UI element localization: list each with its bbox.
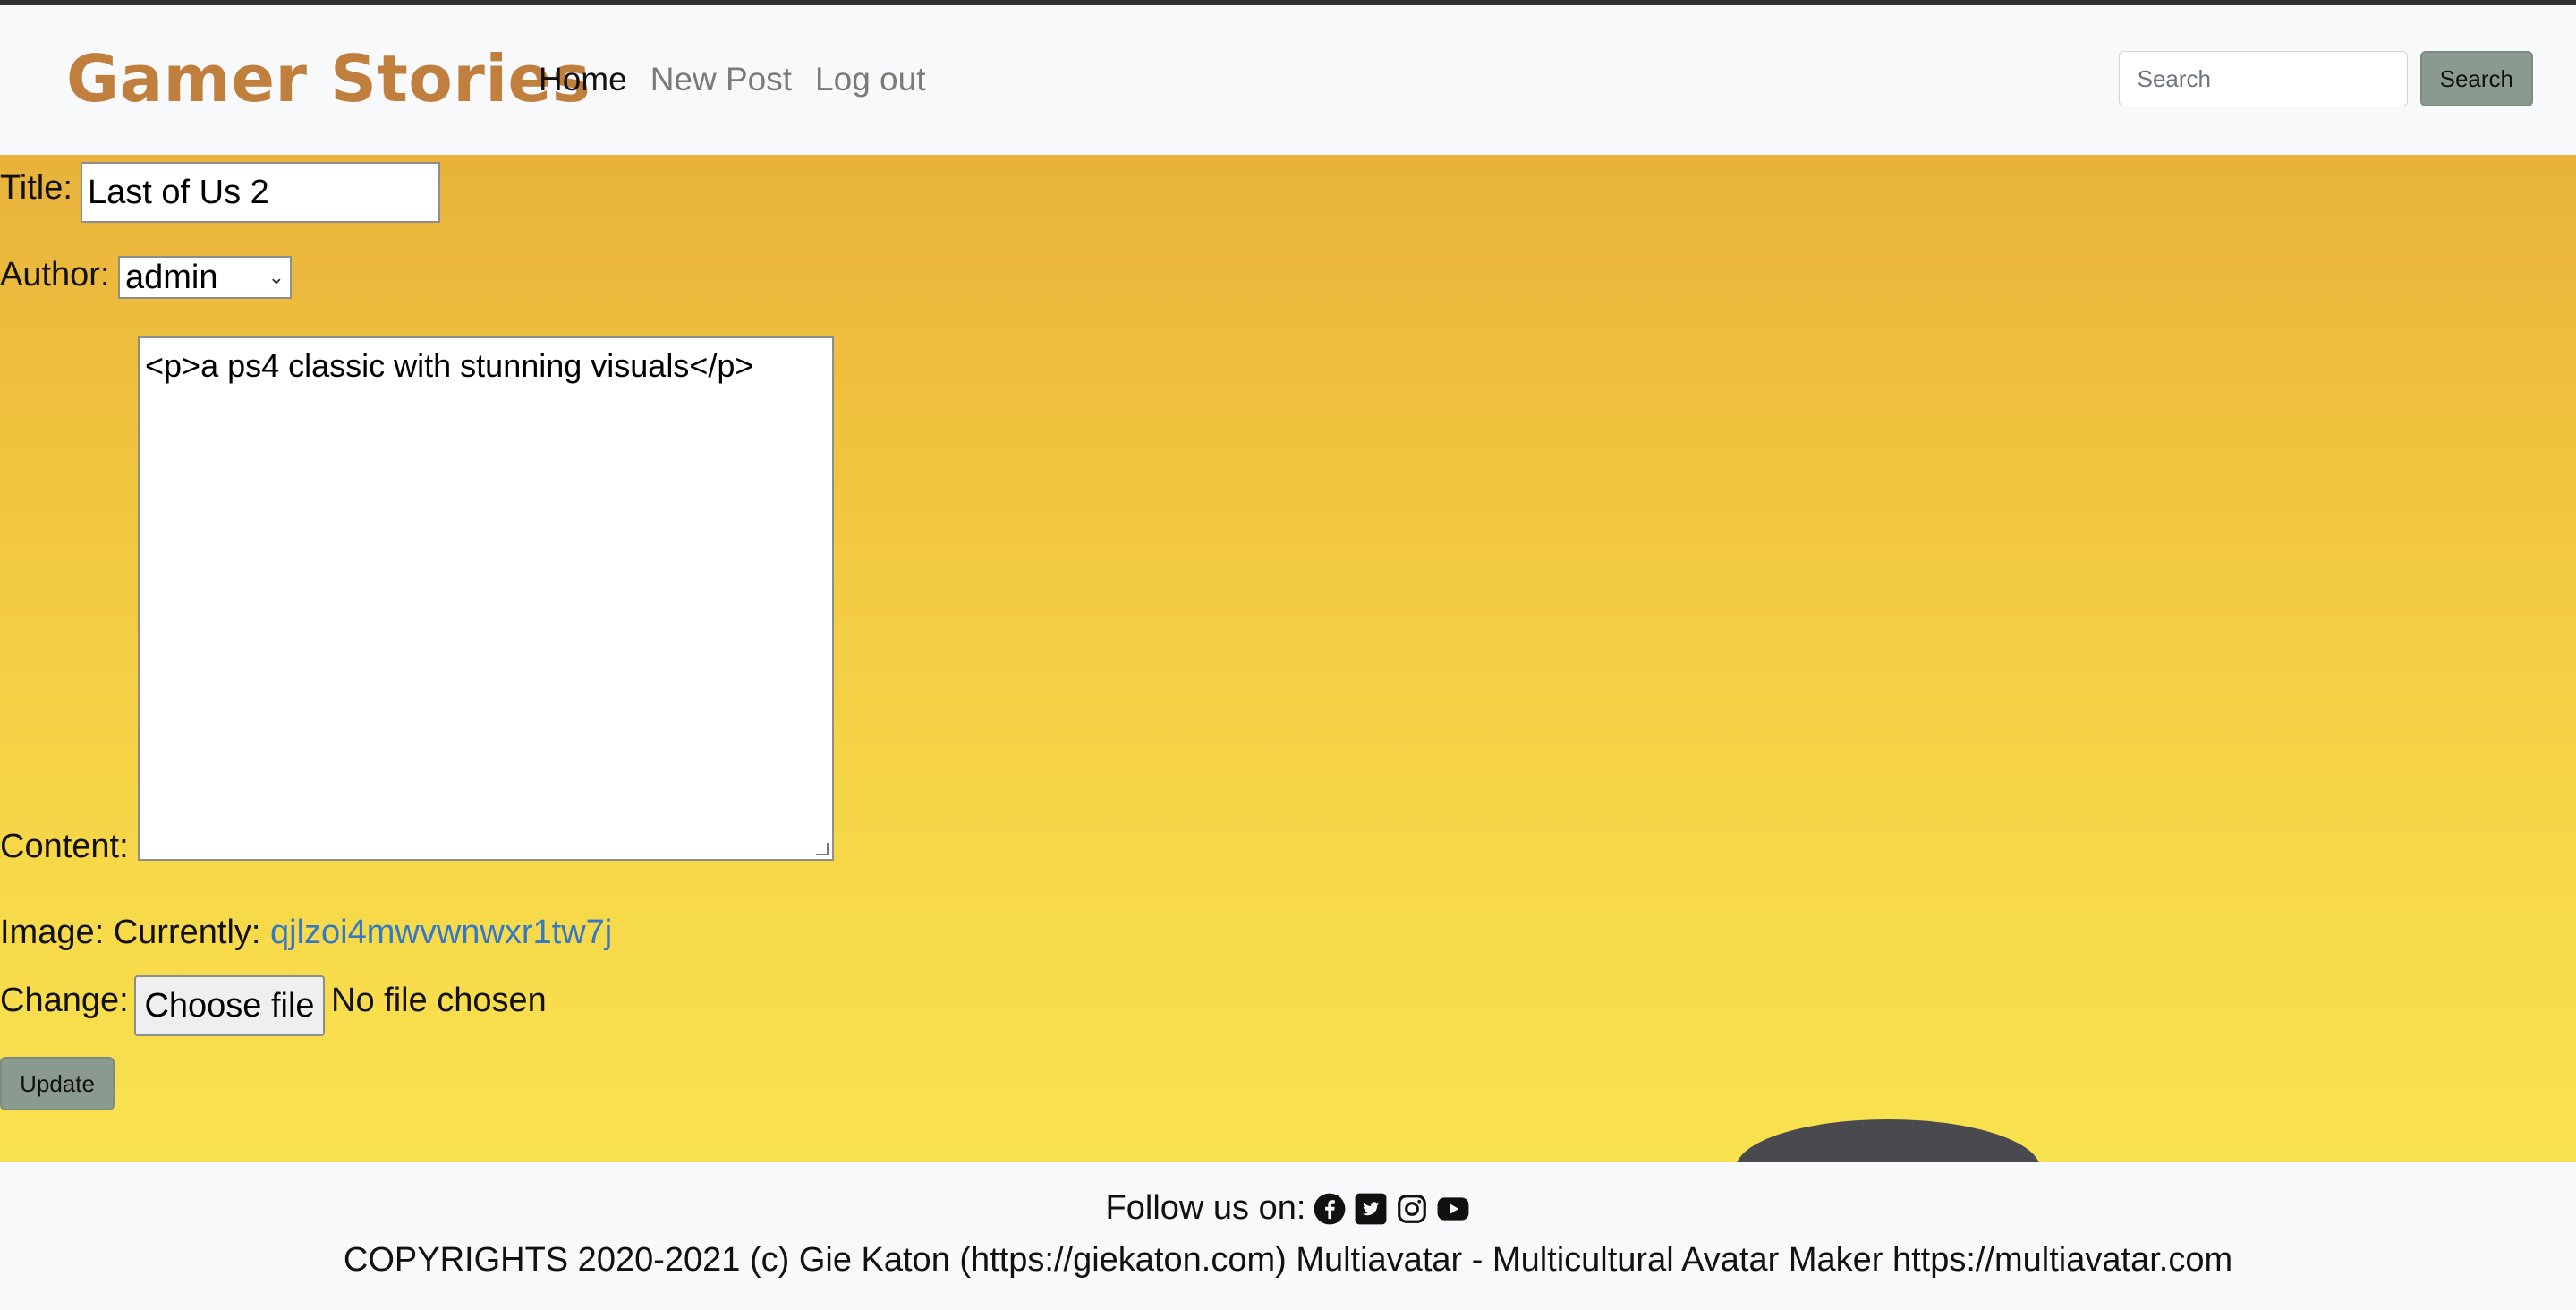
choose-file-button[interactable]: Choose file bbox=[134, 975, 325, 1036]
facebook-icon[interactable] bbox=[1313, 1192, 1347, 1226]
follow-text: Follow us on: bbox=[1105, 1189, 1306, 1227]
current-image-link[interactable]: qjlzoi4mwvwnwxr1tw7j bbox=[270, 914, 612, 951]
title-label: Title: bbox=[0, 169, 72, 207]
instagram-icon[interactable] bbox=[1395, 1192, 1429, 1226]
footer: Follow us on: COPYRIGHTS 2020-2021 (c) G… bbox=[0, 1162, 2576, 1310]
edit-post-area: Title: Author: admin ⌄ Content: <p>a ps4… bbox=[0, 155, 2576, 1162]
author-select[interactable]: admin ⌄ bbox=[118, 256, 292, 299]
title-input[interactable] bbox=[81, 162, 440, 223]
content-label: Content: bbox=[0, 828, 129, 865]
nav-link-log-out[interactable]: Log out bbox=[815, 61, 925, 98]
content-text: <p>a ps4 classic with stunning visuals</… bbox=[145, 347, 754, 384]
search-button[interactable]: Search bbox=[2419, 51, 2533, 106]
currently-label: Currently: bbox=[113, 914, 261, 951]
brand-logo[interactable]: Gamer Stories bbox=[66, 41, 591, 116]
search-input[interactable] bbox=[2118, 51, 2408, 106]
twitter-icon[interactable] bbox=[1354, 1192, 1388, 1226]
youtube-icon[interactable] bbox=[1436, 1192, 1470, 1226]
author-label: Author: bbox=[0, 256, 110, 293]
image-label: Image: bbox=[0, 914, 105, 951]
update-button[interactable]: Update bbox=[0, 1057, 115, 1110]
image-row: Image: Currently: qjlzoi4mwvwnwxr1tw7j bbox=[0, 914, 612, 952]
content-textarea[interactable]: <p>a ps4 classic with stunning visuals</… bbox=[138, 336, 834, 861]
search-form: Search bbox=[2118, 51, 2533, 106]
chevron-down-icon: ⌄ bbox=[268, 266, 285, 288]
copyright-text: COPYRIGHTS 2020-2021 (c) Gie Katon (http… bbox=[343, 1241, 2233, 1279]
author-selected-value: admin bbox=[125, 258, 218, 296]
navbar: Gamer Stories Home New Post Log out Sear… bbox=[0, 5, 2576, 155]
nav-links: Home New Post Log out bbox=[539, 61, 926, 98]
resize-handle-icon[interactable] bbox=[816, 843, 829, 855]
nav-link-home[interactable]: Home bbox=[539, 61, 627, 98]
nav-link-new-post[interactable]: New Post bbox=[650, 61, 792, 98]
no-file-text: No file chosen bbox=[331, 982, 547, 1019]
change-label: Change: bbox=[0, 982, 129, 1019]
follow-row: Follow us on: bbox=[0, 1189, 2576, 1228]
background-shape bbox=[1736, 1119, 2040, 1162]
